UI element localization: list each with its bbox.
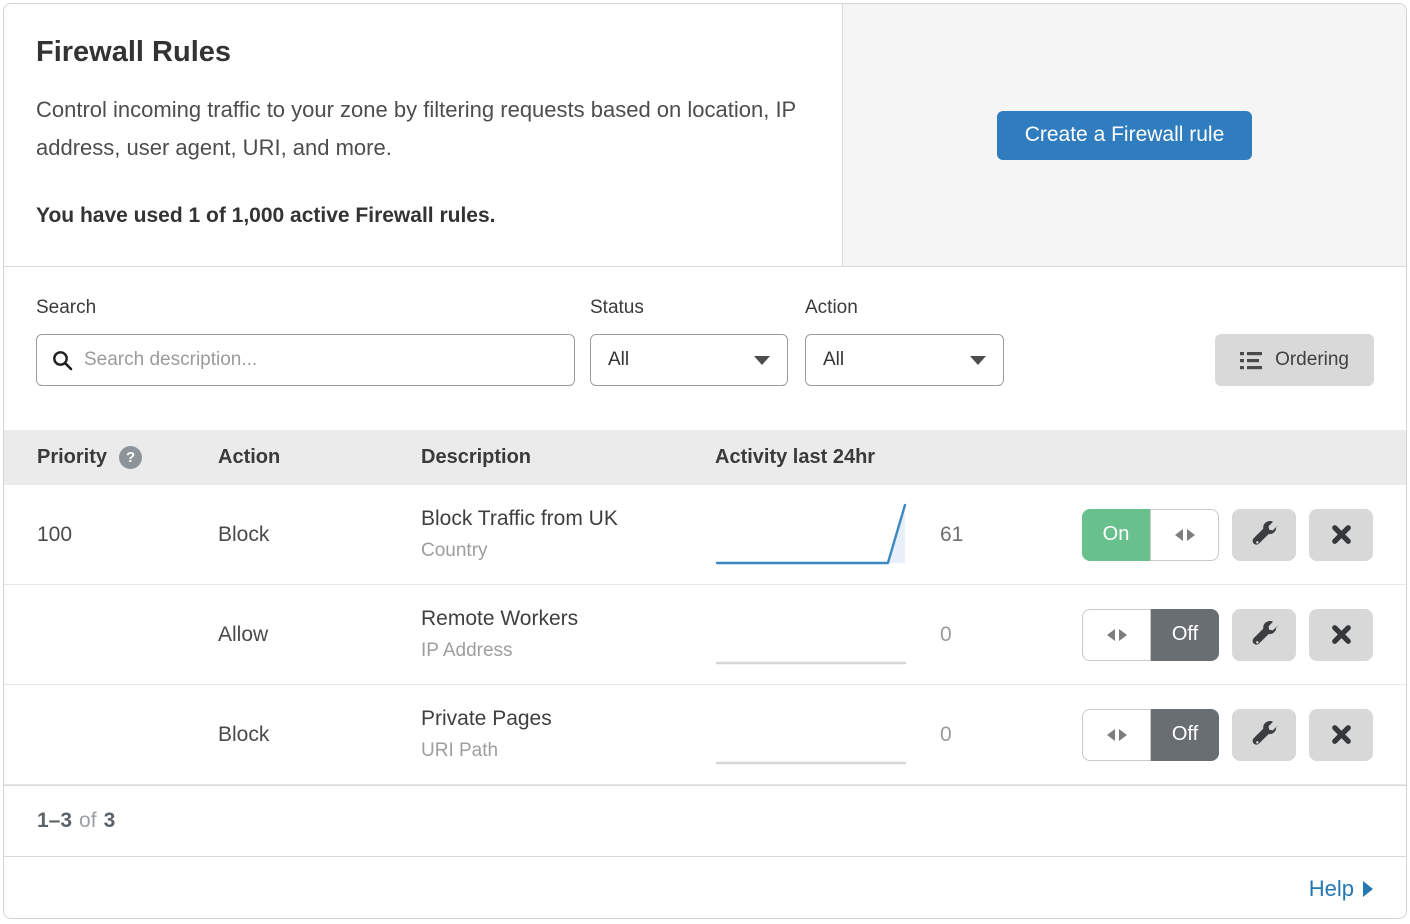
- close-icon: [1328, 721, 1355, 748]
- rule-action: Allow: [218, 623, 421, 647]
- status-select-value: All: [608, 349, 629, 371]
- column-action: Action: [218, 446, 421, 469]
- search-group: Search: [36, 297, 575, 386]
- page-title: Firewall Rules: [36, 36, 810, 69]
- rule-controls: Off: [1082, 609, 1373, 661]
- edit-rule-button[interactable]: [1232, 709, 1296, 761]
- search-label: Search: [36, 297, 575, 319]
- rule-description-title: Private Pages: [421, 707, 715, 731]
- rule-activity-value: 0: [920, 623, 1005, 647]
- wrench-icon: [1251, 721, 1278, 748]
- rule-activity-sparkline: [715, 697, 920, 772]
- arrow-left-icon: [1107, 629, 1115, 641]
- table-row: Block Private Pages URI Path 0 Off: [4, 685, 1406, 785]
- rule-description: Block Traffic from UK Country: [421, 507, 715, 562]
- table-row: 100 Block Block Traffic from UK Country …: [4, 485, 1406, 585]
- rule-match-type: URI Path: [421, 740, 715, 762]
- search-input[interactable]: [82, 348, 559, 372]
- table-header: Priority ? Action Description Activity l…: [4, 430, 1406, 485]
- delete-rule-button[interactable]: [1309, 509, 1373, 561]
- ordering-button[interactable]: Ordering: [1215, 334, 1374, 386]
- close-icon: [1328, 621, 1355, 648]
- status-select[interactable]: All: [590, 334, 788, 386]
- arrow-right-icon: [1187, 529, 1195, 541]
- rule-description: Remote Workers IP Address: [421, 607, 715, 662]
- ordering-button-label: Ordering: [1275, 349, 1349, 371]
- page-description: Control incoming traffic to your zone by…: [36, 91, 806, 167]
- column-activity: Activity last 24hr: [715, 446, 875, 469]
- column-priority: Priority ?: [37, 446, 218, 469]
- sparkline-chart-icon: [715, 697, 915, 767]
- search-icon: [52, 350, 73, 371]
- edit-rule-button[interactable]: [1232, 509, 1296, 561]
- rule-action: Block: [218, 523, 421, 547]
- rule-enabled-toggle[interactable]: Off: [1082, 709, 1219, 761]
- caret-right-icon: [1363, 881, 1373, 897]
- rule-priority: 100: [37, 523, 218, 547]
- pagination-range: 1–3: [37, 809, 72, 833]
- pagination-bar: 1–3 of 3: [4, 785, 1406, 856]
- column-description: Description: [421, 446, 715, 469]
- status-filter-group: Status All: [590, 297, 788, 386]
- help-link-label: Help: [1309, 876, 1354, 902]
- list-ordering-icon: [1240, 351, 1262, 370]
- edit-rule-button[interactable]: [1232, 609, 1296, 661]
- arrow-right-icon: [1119, 629, 1127, 641]
- table-row: Allow Remote Workers IP Address 0 Off: [4, 585, 1406, 685]
- arrow-left-icon: [1107, 729, 1115, 741]
- filter-bar: Search Status All Action All: [4, 267, 1406, 430]
- sparkline-chart-icon: [715, 597, 915, 667]
- page-header: Firewall Rules Control incoming traffic …: [4, 4, 1406, 267]
- help-link[interactable]: Help: [1309, 876, 1373, 902]
- action-select[interactable]: All: [805, 334, 1004, 386]
- rule-description-title: Remote Workers: [421, 607, 715, 631]
- rule-activity-sparkline: [715, 497, 920, 572]
- firewall-rules-page: Firewall Rules Control incoming traffic …: [3, 3, 1407, 919]
- rule-controls: On: [1082, 509, 1373, 561]
- create-firewall-rule-button[interactable]: Create a Firewall rule: [997, 111, 1253, 160]
- rule-activity-value: 0: [920, 723, 1005, 747]
- sparkline-chart-icon: [715, 497, 915, 567]
- action-label: Action: [805, 297, 1004, 319]
- page-header-text: Firewall Rules Control incoming traffic …: [4, 4, 842, 266]
- toggle-state-label: On: [1082, 509, 1150, 561]
- pagination-total: 3: [104, 809, 116, 833]
- rule-match-type: Country: [421, 540, 715, 562]
- rule-enabled-toggle[interactable]: On: [1082, 509, 1219, 561]
- toggle-handle-arrows-icon: [1082, 709, 1151, 761]
- rule-action: Block: [218, 723, 421, 747]
- wrench-icon: [1251, 521, 1278, 548]
- rules-table-body: 100 Block Block Traffic from UK Country …: [4, 485, 1406, 785]
- toggle-state-label: Off: [1151, 709, 1219, 761]
- rule-controls: Off: [1082, 709, 1373, 761]
- priority-help-icon[interactable]: ?: [119, 446, 142, 469]
- status-label: Status: [590, 297, 788, 319]
- pagination-of-label: of: [79, 809, 97, 833]
- rule-enabled-toggle[interactable]: Off: [1082, 609, 1219, 661]
- rule-activity-sparkline: [715, 597, 920, 672]
- chevron-down-icon: [754, 356, 770, 365]
- toggle-handle-arrows-icon: [1082, 609, 1151, 661]
- chevron-down-icon: [970, 356, 986, 365]
- rule-description-title: Block Traffic from UK: [421, 507, 715, 531]
- toggle-handle-arrows-icon: [1150, 509, 1219, 561]
- close-icon: [1328, 521, 1355, 548]
- rule-match-type: IP Address: [421, 640, 715, 662]
- delete-rule-button[interactable]: [1309, 609, 1373, 661]
- page-header-action-panel: Create a Firewall rule: [842, 4, 1406, 266]
- delete-rule-button[interactable]: [1309, 709, 1373, 761]
- help-bar: Help: [4, 856, 1406, 919]
- arrow-left-icon: [1175, 529, 1183, 541]
- action-filter-group: Action All: [805, 297, 1004, 386]
- rule-activity-value: 61: [920, 523, 1005, 547]
- usage-note: You have used 1 of 1,000 active Firewall…: [36, 204, 810, 228]
- search-box: [36, 334, 575, 386]
- toggle-state-label: Off: [1151, 609, 1219, 661]
- arrow-right-icon: [1119, 729, 1127, 741]
- action-select-value: All: [823, 349, 844, 371]
- column-priority-label: Priority: [37, 446, 107, 469]
- rule-description: Private Pages URI Path: [421, 707, 715, 762]
- wrench-icon: [1251, 621, 1278, 648]
